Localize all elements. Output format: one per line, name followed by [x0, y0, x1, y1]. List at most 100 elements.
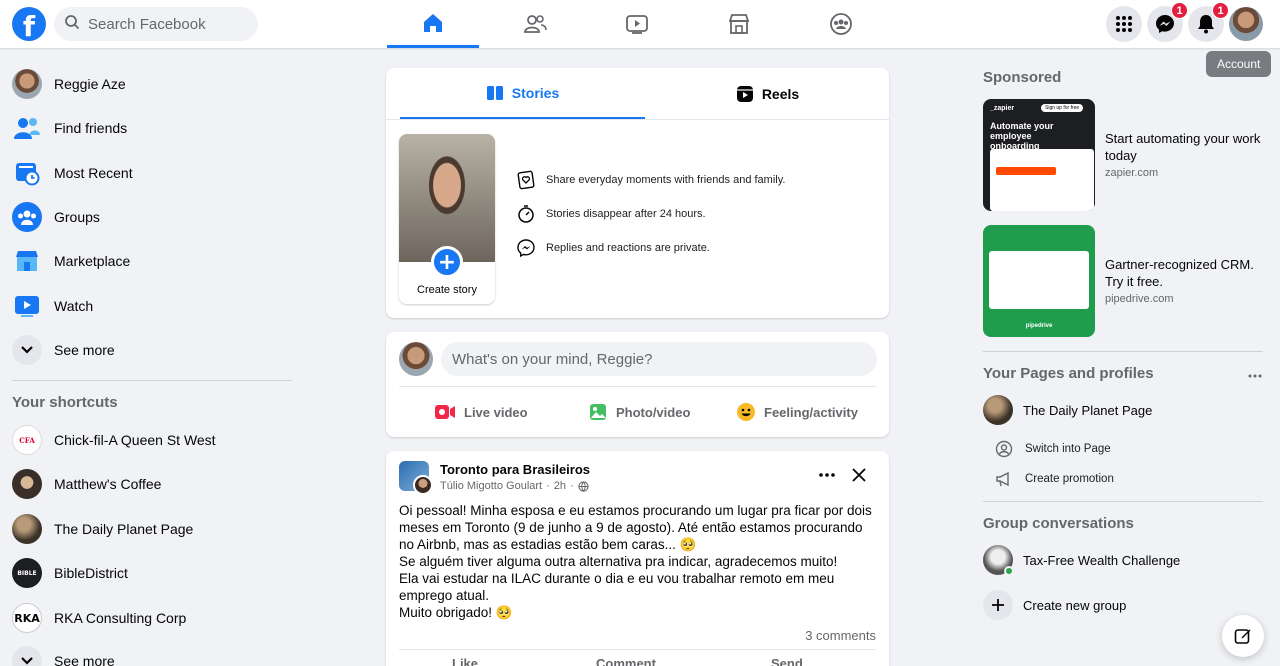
messenger-icon [517, 239, 535, 258]
send-button[interactable]: Send [771, 656, 803, 666]
like-button[interactable]: Like [452, 656, 478, 666]
zapier-ad-preview [990, 149, 1094, 211]
tab-stories-label: Stories [511, 84, 560, 101]
sidebar-item-label: Find friends [54, 120, 128, 136]
switch-label: Switch into Page [1025, 443, 1111, 455]
groups-icon [830, 13, 852, 35]
shortcut-daily-planet[interactable]: The Daily Planet Page [12, 511, 193, 547]
stories-info-share: Share everyday moments with friends and … [516, 170, 785, 190]
post-time[interactable]: 2h [554, 480, 566, 492]
post-author[interactable]: Túlio Migotto Goulart [440, 480, 542, 492]
shortcut-matthews-coffee[interactable]: Matthew's Coffee [12, 466, 161, 502]
create-new-group-button[interactable]: Create new group [983, 590, 1126, 620]
stories-info-text: Share everyday moments with friends and … [546, 174, 786, 186]
compose-icon [1234, 629, 1251, 644]
comments-count[interactable]: 3 comments [805, 628, 876, 643]
photo-video-button[interactable]: Photo/video [588, 394, 690, 430]
comment-button[interactable]: Comment [596, 656, 656, 666]
bell-icon [1198, 15, 1214, 34]
zapier-cta: Sign up for free [1041, 104, 1084, 112]
tab-groups[interactable] [795, 0, 887, 48]
shortcut-bibledistrict[interactable]: BIBLE BibleDistrict [12, 555, 128, 591]
zapier-headline: Automate your employee onboarding [990, 121, 1054, 151]
pages-title: Your Pages and profiles [983, 365, 1154, 382]
feeling-activity-button[interactable]: Feeling/activity [736, 394, 858, 430]
tab-friends[interactable] [489, 0, 581, 48]
switch-into-page-button[interactable]: Switch into Page [995, 440, 1111, 458]
zapier-ad-title: Start automating your work today [1105, 131, 1261, 163]
group-conversations-title: Group conversations [983, 515, 1134, 532]
whats-on-your-mind-input[interactable] [441, 342, 877, 376]
chick-fil-a-logo: CFA [12, 425, 42, 455]
reels-icon [736, 86, 753, 102]
close-icon[interactable] [852, 468, 866, 487]
shortcut-rka-consulting[interactable]: RKA RKA Consulting Corp [12, 600, 186, 636]
sidebar-item-label: Watch [54, 298, 94, 314]
author-avatar[interactable] [413, 475, 433, 495]
page-daily-planet[interactable]: The Daily Planet Page [983, 395, 1152, 425]
plus-icon[interactable]: + [431, 246, 463, 278]
daily-planet-avatar [983, 395, 1013, 425]
create-promotion-button[interactable]: Create promotion [995, 471, 1114, 487]
create-story-card[interactable]: + Create story [399, 134, 495, 304]
sidebar-see-more-button[interactable]: See more [12, 332, 115, 368]
post-text: Muito obrigado! 🥺 [399, 604, 879, 621]
sidebar-item-find-friends[interactable]: Find friends [12, 110, 127, 146]
messenger-button[interactable]: 1 [1147, 2, 1188, 42]
like-label: Like [452, 656, 479, 666]
pipedrive-ad-text[interactable]: Gartner-recognized CRM. Try it free. pip… [1105, 256, 1265, 308]
chevron-down-icon [12, 646, 42, 666]
group-chat-tax-free[interactable]: Tax-Free Wealth Challenge [983, 545, 1180, 576]
megaphone-icon [996, 471, 1009, 487]
shortcut-label: See more [54, 653, 115, 666]
zapier-ad-text[interactable]: Start automating your work today zapier.… [1105, 130, 1265, 182]
tab-stories[interactable]: Stories [400, 68, 645, 120]
tab-marketplace[interactable] [693, 0, 785, 48]
sidebar-item-profile[interactable]: Reggie Aze [12, 66, 126, 102]
shortcuts-see-more-button[interactable]: See more [12, 643, 115, 666]
shortcut-chick-fil-a[interactable]: CFA Chick-fil-A Queen St West [12, 422, 216, 458]
post-group-name[interactable]: Toronto para Brasileiros [440, 462, 590, 477]
create-group-label: Create new group [1023, 597, 1127, 613]
pipedrive-ad-preview [989, 251, 1089, 309]
search-input[interactable] [88, 15, 248, 33]
tab-home[interactable] [387, 0, 479, 48]
zapier-ad-image[interactable]: _zapier Sign up for free Automate your e… [983, 99, 1095, 211]
stories-card: Stories Reels + Create story Share every… [386, 68, 889, 318]
new-message-button[interactable] [1222, 615, 1264, 657]
pages-options-icon[interactable] [1248, 366, 1262, 384]
home-icon [424, 13, 442, 32]
feeling-label: Feeling/activity [764, 404, 858, 420]
sidebar-item-most-recent[interactable]: Most Recent [12, 155, 133, 191]
globe-icon [578, 480, 589, 492]
sidebar-item-watch[interactable]: Watch [12, 288, 93, 324]
account-avatar[interactable] [1229, 7, 1263, 41]
sidebar-item-groups[interactable]: Groups [12, 199, 100, 235]
comment-label: Comment [596, 656, 656, 666]
facebook-logo-icon[interactable]: f [12, 7, 46, 41]
post-meta: Túlio Migotto Goulart · 2h · [440, 480, 589, 492]
shortcut-label: Matthew's Coffee [54, 476, 162, 492]
menu-button[interactable] [1106, 6, 1142, 42]
pipedrive-ad-image[interactable]: pipedrive [983, 225, 1095, 337]
shortcut-label: BibleDistrict [54, 565, 128, 581]
marketplace-icon [12, 246, 42, 276]
search-bar[interactable] [54, 7, 258, 41]
marketplace-icon [728, 14, 750, 34]
matthews-coffee-logo [12, 469, 42, 499]
groups-icon [12, 202, 42, 232]
online-indicator [1004, 566, 1014, 576]
post-options-icon[interactable] [818, 465, 836, 483]
zapier-ad-domain: zapier.com [1105, 167, 1159, 179]
stories-info-disappear: Stories disappear after 24 hours. [516, 204, 706, 224]
shortcut-label: RKA Consulting Corp [54, 610, 187, 626]
messenger-badge: 1 [1171, 2, 1188, 19]
tab-watch[interactable] [591, 0, 683, 48]
tax-free-group-avatar [983, 545, 1014, 576]
stories-info-text: Replies and reactions are private. [546, 242, 710, 254]
tab-reels[interactable]: Reels [645, 68, 890, 120]
sidebar-item-marketplace[interactable]: Marketplace [12, 243, 130, 279]
live-video-button[interactable]: Live video [434, 394, 528, 430]
stories-info-text: Stories disappear after 24 hours. [546, 208, 706, 220]
notifications-button[interactable]: 1 [1188, 2, 1229, 42]
